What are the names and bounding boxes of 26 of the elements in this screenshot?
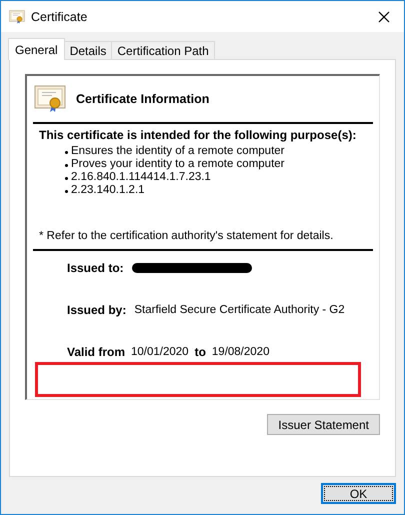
bullet-icon: [65, 177, 68, 180]
bullet-icon: [65, 164, 68, 167]
field-label: Issued to:: [67, 261, 124, 275]
note-text: * Refer to the certification authority's statement for details.: [39, 230, 334, 242]
date-value: 10/01/2020: [131, 346, 189, 358]
purpose-item: 2.23.140.1.2.1: [71, 184, 145, 197]
tab[interactable]: Certification Path: [111, 41, 215, 59]
purpose-item: Ensures the identity of a remote computer: [71, 145, 284, 158]
window-title: Certificate: [31, 10, 88, 24]
field-label: Valid from: [67, 345, 126, 359]
ok-button[interactable]: OK: [321, 483, 396, 504]
close-icon[interactable]: [378, 10, 390, 22]
field-label: Issued by:: [67, 303, 126, 317]
certificate-icon: [9, 10, 25, 24]
section-heading: Certificate Information: [76, 92, 210, 106]
issuer-statement-button[interactable]: Issuer Statement: [267, 414, 380, 435]
field-value: Starfield Secure Certificate Authority - G2: [134, 304, 345, 316]
certificate-icon: [34, 85, 66, 113]
purpose-item: Proves your identity to a remote computer: [71, 158, 284, 171]
bullet-icon: [65, 190, 68, 193]
date-value: 19/08/2020: [212, 346, 270, 358]
tab[interactable]: General: [8, 38, 65, 60]
bullet-icon: [65, 151, 68, 154]
purpose-item: 2.16.840.1.114414.1.7.23.1: [71, 171, 211, 184]
field-label: to: [194, 345, 206, 359]
purpose-heading: This certificate is intended for the following purpose(s):: [39, 128, 358, 142]
